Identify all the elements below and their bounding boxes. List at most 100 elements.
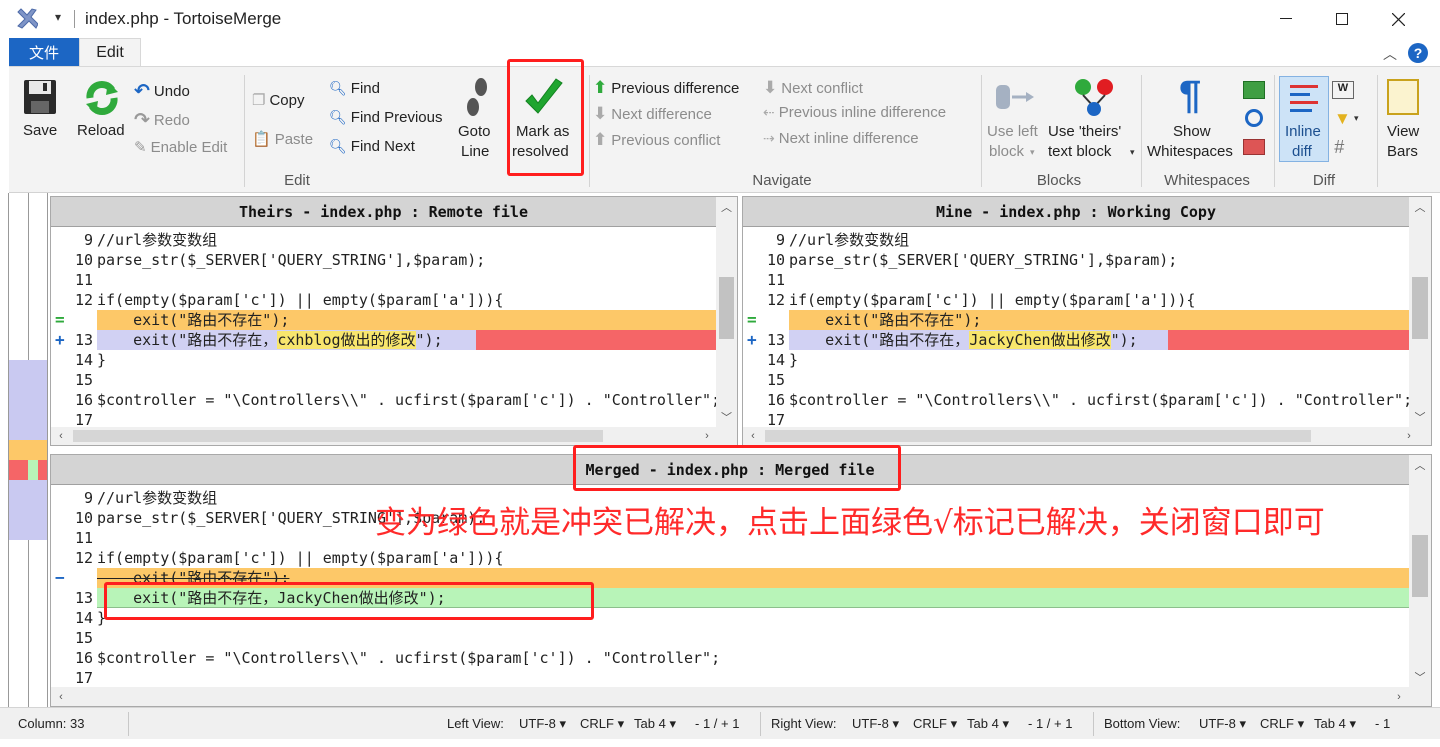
ignore-whitespace-icon[interactable] — [1243, 81, 1265, 99]
left-tab-dropdown[interactable]: Tab 4 ▾ — [634, 716, 676, 732]
code-line: 15 — [743, 370, 1409, 390]
help-icon[interactable]: ? — [1408, 43, 1428, 63]
scroll-thumb[interactable] — [1412, 277, 1428, 339]
scroll-up-icon[interactable]: ︿ — [1409, 197, 1431, 217]
whitespace-mode-icon[interactable] — [1245, 109, 1263, 127]
line-number: 10 — [74, 251, 93, 269]
right-tab-dropdown[interactable]: Tab 4 ▾ — [967, 716, 1009, 732]
left-counts: - 1 / + 1 — [695, 716, 740, 731]
theirs-code-area[interactable]: 9 //url参数变数组 10 parse_str($_SERVER['QUER… — [51, 228, 720, 428]
scroll-down-icon[interactable]: ﹀ — [716, 407, 737, 427]
locator-resolved — [28, 460, 38, 480]
line-number: 17 — [766, 411, 785, 428]
left-eol-dropdown[interactable]: CRLF ▾ — [580, 716, 624, 732]
code-text: //url参数变数组 — [97, 231, 218, 249]
code-text: } — [789, 351, 799, 369]
scroll-down-icon[interactable]: ﹀ — [1409, 407, 1431, 427]
right-encoding-dropdown[interactable]: UTF-8 ▾ — [852, 716, 899, 732]
mine-pane[interactable]: Mine - index.php : Working Copy 9 //url参… — [742, 196, 1432, 446]
copy-button[interactable]: ❐ Copy — [252, 91, 304, 110]
quick-access-dropdown-icon[interactable]: ▾ — [55, 10, 61, 24]
minimize-button[interactable] — [1258, 0, 1314, 38]
enable-edit-button[interactable]: ✎ Enable Edit — [134, 138, 227, 157]
code-line: 9 //url参数变数组 — [51, 230, 716, 250]
show-whitespaces-button[interactable]: ¶ Show Whitespaces — [1145, 73, 1239, 165]
locator-bar[interactable] — [0, 193, 50, 707]
code-text: if(empty($param['c']) || empty($param['a… — [789, 291, 1196, 309]
scroll-thumb[interactable] — [73, 430, 603, 442]
separator — [1141, 75, 1142, 187]
hash-icon[interactable]: # — [1334, 137, 1344, 158]
added-line: + 13 exit("路由不存在，cxhblog做出的修改"); — [51, 330, 716, 350]
code-fragment: "); — [415, 331, 443, 349]
redo-button[interactable]: ↷ Redo — [134, 109, 190, 132]
inline-diff-button[interactable]: Inline diff — [1279, 76, 1329, 162]
mine-horizontal-scrollbar[interactable]: ‹ › — [743, 427, 1431, 445]
ribbon: Save Reload ↶ Undo ↷ Redo ✎ Enable Edit — [9, 59, 1440, 193]
tab-file[interactable]: 文件 — [9, 38, 79, 67]
view-bars-button[interactable]: View Bars — [1381, 75, 1440, 165]
scroll-thumb[interactable] — [1412, 535, 1428, 597]
previous-inline-difference-button[interactable]: ⇠ Previous inline difference — [763, 104, 946, 121]
mine-code-area[interactable]: 9 //url参数变数组 10 parse_str($_SERVER['QUER… — [743, 228, 1412, 428]
scroll-right-icon[interactable]: › — [1389, 687, 1409, 706]
undo-button[interactable]: ↶ Undo — [134, 80, 190, 103]
reload-button[interactable]: Reload — [73, 75, 131, 145]
line-number: 16 — [74, 649, 93, 667]
theirs-vertical-scrollbar[interactable]: ︿ ﹀ — [716, 197, 737, 427]
view-bars-icon — [1387, 79, 1419, 115]
scroll-thumb[interactable] — [719, 277, 734, 339]
bottom-eol-dropdown[interactable]: CRLF ▾ — [1260, 716, 1304, 732]
merged-horizontal-scrollbar[interactable]: ‹ › — [51, 687, 1431, 706]
theirs-horizontal-scrollbar[interactable]: ‹ › — [51, 427, 737, 445]
group-label-whitespaces: Whitespaces — [1164, 172, 1250, 189]
next-difference-button[interactable]: ⬇ Next difference — [593, 104, 712, 124]
find-next-button[interactable]: 🔍︎ Find Next — [329, 138, 415, 155]
chevron-down-icon: ▾ — [669, 716, 676, 731]
scroll-right-icon[interactable]: › — [1399, 427, 1419, 445]
tab-edit[interactable]: Edit — [79, 38, 141, 67]
previous-difference-button[interactable]: ⬆ Previous difference — [593, 78, 739, 98]
use-theirs-text-block-button[interactable]: Use 'theirs' text block ▾ — [1046, 75, 1136, 165]
merged-pane[interactable]: Merged - index.php : Merged file 9 //url… — [50, 454, 1432, 707]
bottom-tab-dropdown[interactable]: Tab 4 ▾ — [1314, 716, 1356, 732]
separator — [244, 75, 245, 187]
separator — [589, 75, 590, 187]
whitespace-off-icon[interactable] — [1243, 139, 1265, 155]
goto-line-button[interactable]: Goto Line — [455, 75, 499, 165]
use-left-block-button[interactable]: Use left block ▾ — [984, 75, 1046, 165]
next-inline-difference-button[interactable]: ⇢ Next inline difference — [763, 130, 919, 147]
bottom-encoding-dropdown[interactable]: UTF-8 ▾ — [1199, 716, 1246, 732]
filter-icon[interactable]: ▼ — [1334, 109, 1351, 129]
previous-conflict-button[interactable]: ⬆ Previous conflict — [593, 130, 720, 150]
left-encoding-dropdown[interactable]: UTF-8 ▾ — [519, 716, 566, 732]
word-wrap-icon[interactable]: W — [1332, 81, 1354, 99]
scroll-left-icon[interactable]: ‹ — [743, 427, 763, 445]
maximize-button[interactable] — [1314, 0, 1370, 38]
app-icon[interactable] — [16, 8, 39, 30]
close-button[interactable] — [1370, 0, 1426, 38]
scroll-up-icon[interactable]: ︿ — [716, 197, 737, 217]
scroll-left-icon[interactable]: ‹ — [51, 687, 71, 706]
collapse-ribbon-icon[interactable]: ︿ — [1383, 44, 1397, 64]
right-eol-dropdown[interactable]: CRLF ▾ — [913, 716, 957, 732]
mine-vertical-scrollbar[interactable]: ︿ ﹀ — [1409, 197, 1431, 427]
scroll-right-icon[interactable]: › — [697, 427, 717, 445]
next-conflict-button[interactable]: ⬇ Next conflict — [763, 78, 863, 98]
find-button[interactable]: 🔍︎ Find — [329, 80, 380, 97]
reload-label: Reload — [77, 122, 125, 139]
scroll-left-icon[interactable]: ‹ — [51, 427, 71, 445]
inline-diff-label-2: diff — [1292, 143, 1312, 160]
background-window-edge — [0, 739, 1440, 747]
scroll-thumb[interactable] — [765, 430, 1311, 442]
scroll-up-icon[interactable]: ︿ — [1409, 455, 1431, 475]
paste-button[interactable]: 📋 Paste — [252, 130, 313, 149]
theirs-pane-title: Theirs - index.php : Remote file — [51, 197, 716, 227]
theirs-pane[interactable]: Theirs - index.php : Remote file 9 //url… — [50, 196, 738, 446]
separator — [1377, 75, 1378, 187]
find-previous-button[interactable]: 🔍︎ Find Previous — [329, 109, 443, 126]
scroll-down-icon[interactable]: ﹀ — [1409, 667, 1431, 687]
merged-vertical-scrollbar[interactable]: ︿ ﹀ — [1409, 455, 1431, 687]
filter-dropdown-icon[interactable]: ▾ — [1354, 113, 1359, 124]
save-button[interactable]: Save — [17, 75, 63, 145]
